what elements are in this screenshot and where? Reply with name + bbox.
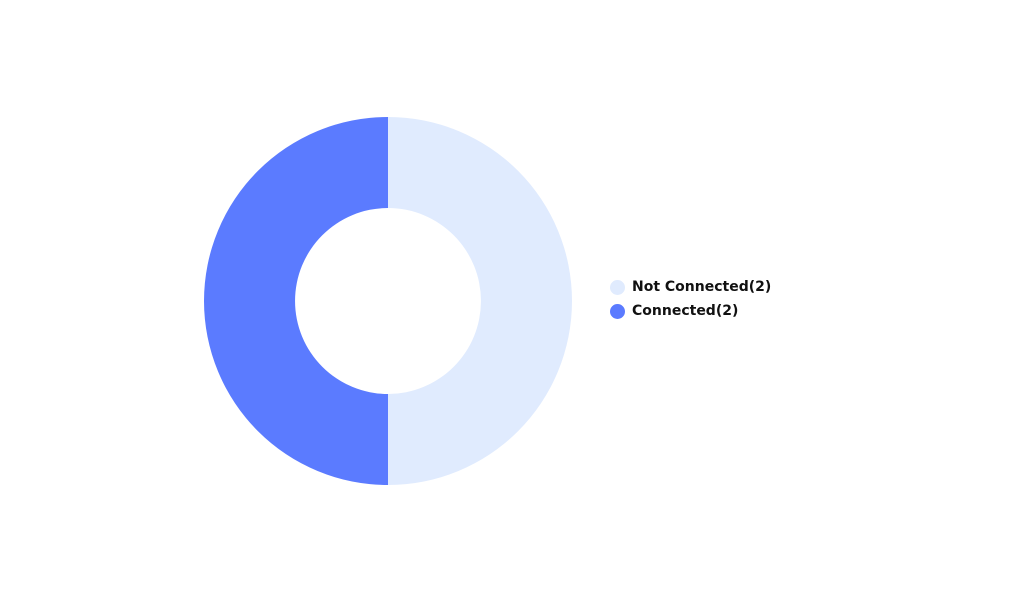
legend-label-connected: Connected(2) <box>632 303 739 319</box>
donut-chart <box>204 117 572 485</box>
legend-item-connected[interactable]: Connected(2) <box>610 302 771 320</box>
legend-label-not-connected: Not Connected(2) <box>632 279 772 295</box>
legend-swatch-connected <box>610 303 625 319</box>
donut-slice-not-connected[interactable] <box>388 117 572 485</box>
donut-slice-connected[interactable] <box>204 117 388 485</box>
legend-item-not-connected[interactable]: Not Connected(2) <box>610 278 771 296</box>
chart-legend: Not Connected(2) Connected(2) <box>610 278 771 320</box>
legend-swatch-not-connected <box>610 279 625 295</box>
